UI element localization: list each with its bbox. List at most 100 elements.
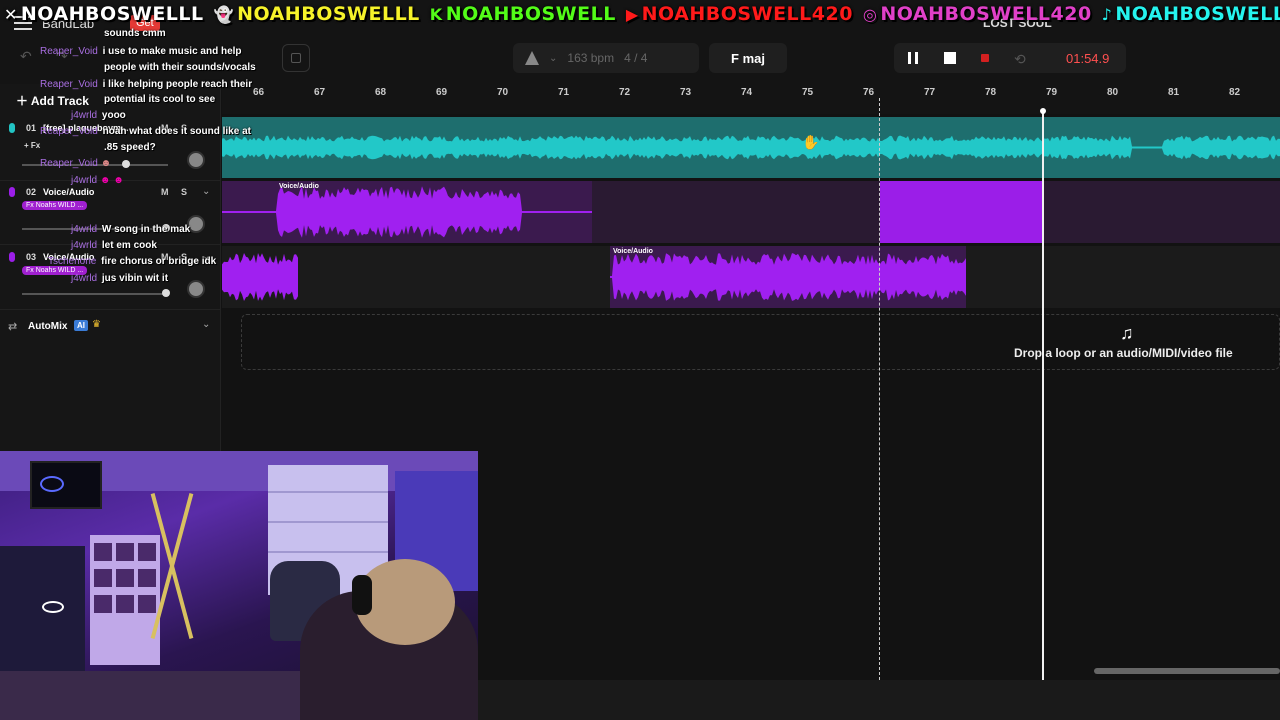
- webcam-shelf: [90, 535, 160, 665]
- ruler-tick: 81: [1168, 87, 1180, 98]
- chat-message: Reaper_Void ☻: [40, 158, 112, 169]
- chevron-down-icon[interactable]: ⌄: [202, 186, 210, 197]
- emote-icon: ☻ ☻: [99, 175, 124, 186]
- chat-message: Reaper_Void noah what does it sound like…: [40, 126, 251, 137]
- loop-icon[interactable]: ⟲: [1014, 51, 1026, 68]
- tempo-value[interactable]: 163 bpm: [567, 51, 614, 65]
- waveform-track-1[interactable]: [222, 117, 1280, 178]
- record-button[interactable]: [981, 54, 989, 62]
- social-banner: ✕ NOAHBOSWELLL 👻 NOAHBOSWELLL K NOAHBOSWELL…: [0, 0, 1280, 28]
- ruler-tick: 75: [802, 87, 814, 98]
- ruler-tick: 76: [863, 87, 875, 98]
- shelf-cell: [116, 569, 134, 587]
- fx-button[interactable]: + Fx: [24, 141, 40, 150]
- music-note-plus-icon: ♫: [1120, 323, 1134, 343]
- social-snapchat: 👻 NOAHBOSWELLL: [213, 3, 420, 25]
- key-selector[interactable]: F maj: [709, 43, 787, 73]
- track-number: 02: [26, 187, 37, 197]
- chat-message: potential its cool to see: [104, 94, 216, 105]
- x-logo-icon: ✕: [4, 4, 18, 24]
- social-tiktok: ♪NOAHBOSWELL420: [1101, 3, 1280, 25]
- horizontal-scrollbar[interactable]: [1094, 668, 1280, 674]
- ruler-tick: 69: [436, 87, 448, 98]
- mic-icon[interactable]: [9, 123, 15, 133]
- automix-icon: ⇄: [8, 321, 18, 333]
- social-x: ✕ NOAHBOSWELLL: [4, 3, 204, 25]
- transport-controls: ⟲ 01:54.9: [894, 43, 1126, 73]
- add-track-button[interactable]: ＋ Add Track: [16, 92, 89, 109]
- chat-message: sounds cmm: [104, 28, 166, 39]
- volume-slider[interactable]: [22, 293, 168, 295]
- playhead[interactable]: [1042, 110, 1044, 680]
- waveform-clip: [222, 253, 298, 301]
- kick-icon: K: [429, 4, 443, 24]
- chevron-down-icon[interactable]: ⌄: [549, 53, 557, 64]
- ai-badge: AI: [74, 320, 88, 331]
- webcam-led-ring: [42, 601, 64, 613]
- clip-label: Voice/Audio: [613, 248, 653, 255]
- timeline-ruler[interactable]: 66 67 68 69 70 71 72 73 74 75 76 77 78 7…: [222, 84, 1280, 114]
- mute-button[interactable]: M: [161, 187, 169, 197]
- edit-cursor: [879, 98, 880, 680]
- time-signature[interactable]: 4 / 4: [624, 51, 647, 65]
- stop-button[interactable]: [944, 52, 956, 64]
- ruler-tick: 78: [985, 87, 997, 98]
- audio-clip[interactable]: Voice/Audio: [222, 181, 592, 243]
- social-kick: K NOAHBOSWELL: [429, 3, 616, 25]
- pause-button[interactable]: [908, 52, 918, 64]
- audio-clip-selected[interactable]: [880, 181, 1043, 243]
- solo-button[interactable]: S: [181, 187, 187, 197]
- volume-handle[interactable]: [162, 289, 170, 297]
- volume-handle[interactable]: [122, 160, 130, 168]
- window-blind: [268, 551, 388, 553]
- track-number: 01: [26, 123, 37, 133]
- pan-knob[interactable]: [187, 151, 205, 169]
- chat-message: j4wrld W song in the mak: [71, 224, 191, 235]
- undo-icon[interactable]: ↶: [20, 48, 40, 68]
- track-name[interactable]: Voice/Audio: [43, 187, 94, 197]
- shelf-cell: [116, 595, 134, 613]
- track-lane-3[interactable]: Voice/Audio: [222, 246, 1280, 308]
- chat-message: .85 speed?: [104, 142, 156, 153]
- chat-message: people with their sounds/vocals: [104, 62, 256, 73]
- audio-clip[interactable]: Voice/Audio: [610, 246, 966, 308]
- ruler-tick: 66: [253, 87, 265, 98]
- track-lane-2[interactable]: Voice/Audio: [222, 181, 1280, 243]
- window-blind: [268, 521, 388, 523]
- instagram-icon: ◎: [862, 4, 878, 24]
- webcam-headset: [352, 575, 372, 615]
- window-blind: [268, 491, 388, 493]
- audio-clip[interactable]: [222, 246, 298, 308]
- mic-icon[interactable]: [9, 252, 15, 262]
- chat-message: j4wrld ☻ ☻: [71, 175, 124, 186]
- webcam-floor: [0, 671, 300, 720]
- waveform-clip: [610, 253, 966, 301]
- automix-row[interactable]: ⇄ AutoMix AI ♛ ⌄: [0, 316, 220, 340]
- clip-label: Voice/Audio: [279, 183, 319, 190]
- webcam-feed: [0, 451, 478, 720]
- ruler-tick: 73: [680, 87, 692, 98]
- playhead-handle[interactable]: [1040, 108, 1046, 114]
- shelf-cell: [94, 543, 112, 561]
- fx-preset-tag[interactable]: Fx Noahs WILD ...: [22, 201, 88, 210]
- ruler-tick: 79: [1046, 87, 1058, 98]
- pan-knob[interactable]: [187, 280, 205, 298]
- crop-icon[interactable]: [282, 44, 310, 72]
- social-instagram: ◎ NOAHBOSWELL420: [862, 3, 1092, 25]
- metronome-icon[interactable]: [525, 51, 539, 65]
- ruler-tick: 70: [497, 87, 509, 98]
- track-lane-1[interactable]: [222, 117, 1280, 178]
- chevron-down-icon[interactable]: ⌄: [202, 319, 210, 330]
- chat-message: Reaper_Void i use to make music and help: [40, 46, 242, 57]
- track-header-2[interactable]: 02 Voice/Audio M S ⌄ Fx Noahs WILD ...: [0, 181, 220, 245]
- ruler-tick: 72: [619, 87, 631, 98]
- tempo-control[interactable]: ⌄ 163 bpm 4 / 4: [513, 43, 699, 73]
- ruler-tick: 82: [1229, 87, 1241, 98]
- ruler-tick: 68: [375, 87, 387, 98]
- track-number: 03: [26, 252, 37, 262]
- automix-label: AutoMix: [28, 321, 68, 332]
- time-display: 01:54.9: [1066, 51, 1110, 66]
- mic-icon[interactable]: [9, 187, 15, 197]
- crown-icon: ♛: [92, 319, 101, 330]
- shelf-cell: [94, 569, 112, 587]
